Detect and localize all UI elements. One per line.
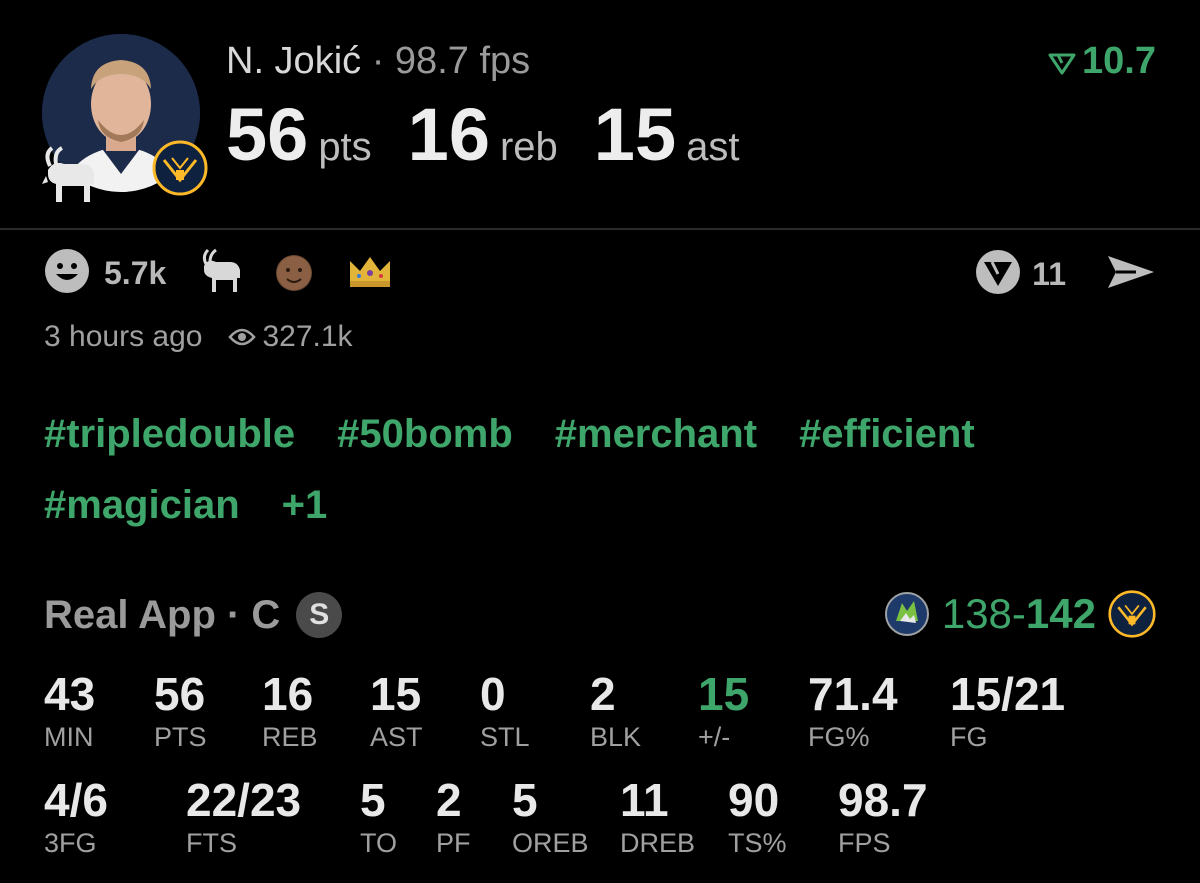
score-dash: -	[1011, 590, 1026, 637]
stat-pts: 56 PTS	[154, 668, 207, 752]
stat-label: OREB	[512, 828, 589, 858]
stat-fg: 15/21 FG	[950, 668, 1065, 752]
smiley-reaction-icon[interactable]	[44, 248, 90, 299]
stat-fps: 98.7 FPS	[838, 774, 928, 858]
time-ago: 3 hours ago	[44, 320, 203, 353]
stat-plus-minus: 15 +/-	[698, 668, 749, 752]
hashtag[interactable]: #tripledouble	[44, 412, 295, 457]
stat-label: +/-	[698, 722, 731, 752]
stat-label: REB	[262, 722, 318, 752]
assists-unit: ast	[686, 125, 740, 169]
nuggets-logo-icon	[1108, 590, 1156, 638]
stat-label: TO	[360, 828, 398, 858]
rating-score: 10.7	[1048, 40, 1156, 83]
more-tags-button[interactable]: +1	[282, 483, 328, 528]
hashtag[interactable]: #50bomb	[337, 412, 513, 457]
rebounds-value: 16	[407, 93, 490, 176]
vote-count[interactable]: 11	[1032, 256, 1066, 293]
stat-label: PF	[436, 828, 471, 858]
stat-label: DREB	[620, 828, 696, 858]
stat-value: 15	[698, 668, 750, 720]
stat-value: 2	[590, 668, 616, 720]
stat-label: FTS	[186, 828, 237, 858]
player-name-line: N. Jokić · 98.7 fps	[226, 40, 530, 83]
rebounds-unit: reb	[499, 125, 558, 169]
stat-value: 43	[44, 668, 96, 720]
assists-value: 15	[593, 93, 677, 176]
stat-label: STL	[480, 722, 530, 752]
stat-value: 22/23	[186, 774, 302, 826]
home-score: 142	[1025, 590, 1096, 637]
stat-value: 98.7	[838, 774, 928, 826]
rating-arrow-icon	[1048, 53, 1076, 75]
stats-source: Real App · C S	[44, 592, 343, 638]
stat-value: 16	[262, 668, 314, 720]
points-value: 56	[226, 93, 309, 176]
stat-min: 43 MIN	[44, 668, 95, 752]
s-badge: S	[296, 592, 343, 638]
post-actions: 11	[974, 248, 1156, 301]
stat-oreb: 5 OREB	[512, 774, 589, 858]
away-score: 138	[941, 590, 1012, 637]
stat-label: FG%	[808, 722, 870, 752]
points-unit: pts	[318, 125, 372, 169]
eye-icon	[228, 328, 257, 346]
stat-stl: 0 STL	[480, 668, 530, 752]
stat-value: 0	[480, 668, 506, 720]
goat-emoji-icon[interactable]	[196, 248, 246, 299]
stat-label: AST	[370, 722, 423, 752]
stat-to: 5 TO	[360, 774, 397, 858]
hashtag[interactable]: #efficient	[799, 412, 975, 457]
view-count-value: 327.1k	[262, 320, 353, 353]
stat-line: 56 pts 16 reb 15 ast	[226, 92, 775, 177]
stat-value: 11	[620, 774, 669, 826]
hashtag[interactable]: #merchant	[555, 412, 757, 457]
stat-label: FPS	[838, 828, 891, 858]
nuggets-logo-icon	[152, 140, 208, 196]
stat-label: PTS	[154, 722, 207, 752]
stat-value: 4/6	[44, 774, 108, 826]
vote-icon[interactable]	[974, 248, 1022, 301]
stat-fts: 22/23 FTS	[186, 774, 301, 858]
crown-emoji-icon[interactable]	[346, 251, 394, 296]
stat-ast: 15 AST	[370, 668, 423, 752]
reaction-count[interactable]: 5.7k	[104, 255, 166, 292]
send-icon[interactable]	[1106, 252, 1156, 297]
stat-value: 15/21	[950, 668, 1066, 720]
hashtag[interactable]: #magician	[44, 483, 240, 528]
stat-label: FG	[950, 722, 988, 752]
stat-ts-pct: 90 TS%	[728, 774, 787, 858]
game-score[interactable]: 138-142	[884, 590, 1156, 638]
reactions-row: 5.7k	[44, 248, 414, 299]
stat-label: TS%	[728, 828, 787, 858]
name-separator: ·	[371, 40, 385, 82]
stat-value: 2	[436, 774, 462, 826]
stat-value: 5	[360, 774, 386, 826]
header-divider	[0, 228, 1200, 230]
stat-label: BLK	[590, 722, 642, 752]
stat-blk: 2 BLK	[590, 668, 641, 752]
timberwolves-logo-icon	[884, 592, 929, 636]
view-count: 327.1k	[228, 320, 353, 354]
rating-score-value: 10.7	[1082, 40, 1156, 82]
stat-fg-pct: 71.4 FG%	[808, 668, 898, 752]
post-meta: 3 hours ago 327.1k	[44, 320, 353, 354]
stat-pf: 2 PF	[436, 774, 471, 858]
stat-value: 5	[512, 774, 538, 826]
stats-source-title: Real App · C	[44, 592, 281, 637]
stat-label: MIN	[44, 722, 94, 752]
stat-label: 3FG	[44, 828, 97, 858]
stat-value: 71.4	[808, 668, 898, 720]
stat-reb: 16 REB	[262, 668, 318, 752]
stat-value: 56	[154, 668, 206, 720]
goat-badge-icon	[34, 140, 104, 210]
stat-3fg: 4/6 3FG	[44, 774, 108, 858]
hashtag-list: #tripledouble #50bomb #merchant #efficient …	[44, 412, 1164, 554]
stat-value: 90	[728, 774, 780, 826]
player-face-emoji-icon[interactable]	[276, 255, 313, 291]
stat-value: 15	[370, 668, 422, 720]
player-name: N. Jokić	[226, 40, 362, 82]
fps-text: 98.7 fps	[394, 40, 531, 82]
stat-dreb: 11 DREB	[620, 774, 695, 858]
